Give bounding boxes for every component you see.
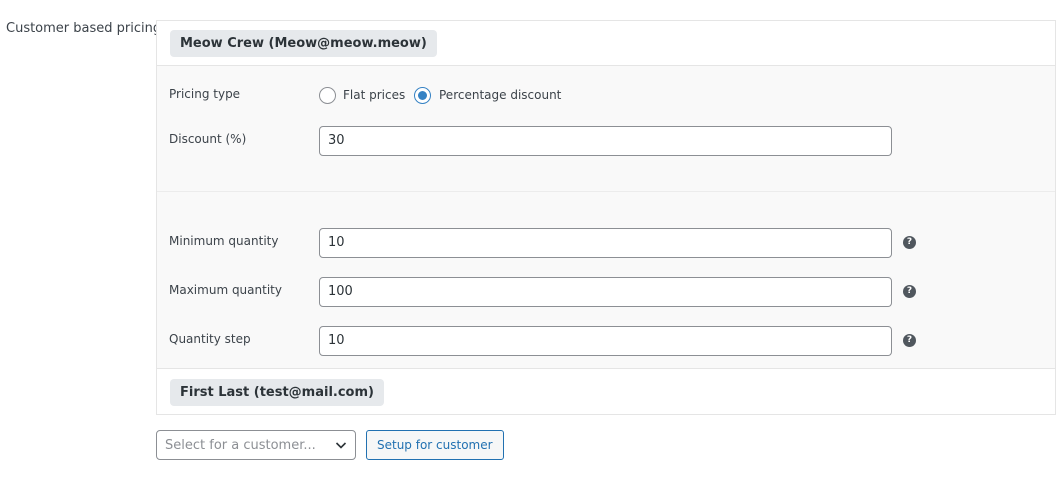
radio-percentage-discount[interactable] [414,87,431,104]
section-label: Customer based pricing [6,21,162,36]
customer-select-placeholder: Select for a customer... [165,438,316,453]
divider [157,191,1055,192]
chevron-down-icon [335,442,347,449]
quantity-step-help-icon[interactable]: ? [903,334,916,347]
discount-label: Discount (%) [169,132,247,146]
maximum-quantity-label: Maximum quantity [169,283,282,297]
quantity-step-label: Quantity step [169,332,251,346]
minimum-quantity-help-icon[interactable]: ? [903,236,916,249]
maximum-quantity-help-icon[interactable]: ? [903,285,916,298]
customer-settings-1: Pricing type Flat prices Percentage disc… [157,65,1055,369]
discount-input[interactable]: 30 [319,126,892,156]
radio-flat-prices-label[interactable]: Flat prices [343,88,405,102]
radio-flat-prices[interactable] [319,87,336,104]
customer-chip-2[interactable]: First Last (test@mail.com) [170,379,384,406]
minimum-quantity-input[interactable]: 10 [319,228,892,258]
maximum-quantity-input[interactable]: 100 [319,277,892,307]
setup-for-customer-button[interactable]: Setup for customer [366,430,504,460]
customer-pricing-panel: Meow Crew (Meow@meow.meow) Pricing type … [156,20,1056,415]
customer-header-2[interactable]: First Last (test@mail.com) [157,369,1055,414]
customer-header-1[interactable]: Meow Crew (Meow@meow.meow) [157,21,1055,65]
quantity-step-input[interactable]: 10 [319,326,892,356]
customer-pricing-page: Customer based pricing Meow Crew (Meow@m… [0,0,1060,477]
minimum-quantity-label: Minimum quantity [169,234,279,248]
customer-chip-1[interactable]: Meow Crew (Meow@meow.meow) [170,30,437,57]
pricing-type-label: Pricing type [169,87,241,101]
customer-select[interactable]: Select for a customer... [156,430,356,460]
radio-percentage-discount-label[interactable]: Percentage discount [439,88,561,102]
